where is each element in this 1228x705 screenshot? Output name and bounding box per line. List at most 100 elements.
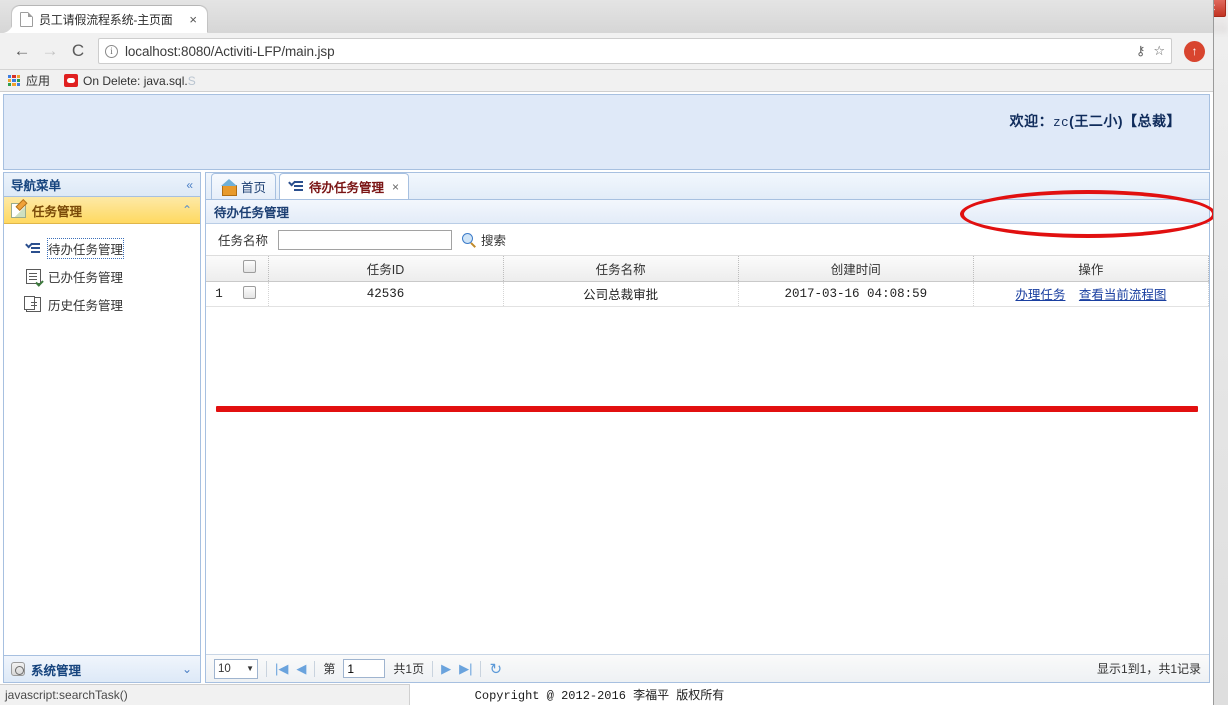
search-icon — [462, 232, 476, 247]
page-content: 欢迎：zc(王二小)【总裁】 导航菜单 « 任务管理 ⌃ 待办任务管理 已办任务… — [0, 92, 1213, 705]
row-checkbox[interactable] — [243, 285, 257, 299]
browser-tabstrip: 员工请假流程系统-主页面 × — [0, 0, 1213, 33]
document-check-icon — [26, 268, 41, 284]
tab-close-icon[interactable]: × — [392, 180, 399, 194]
welcome-fullname-role: (王二小)【总裁】 — [1069, 113, 1181, 129]
table-header-select-all[interactable] — [232, 256, 269, 282]
divider — [432, 660, 434, 677]
search-toolbar: 任务名称 搜索 — [206, 224, 1209, 256]
refresh-button[interactable]: ↻ — [489, 660, 502, 678]
annotation-underline — [216, 406, 1198, 412]
bookmark-item[interactable]: On Delete: java.sql.S — [64, 74, 196, 88]
screen: — ❐ ✕ 员工请假流程系统-主页面 × ← → C i localhost:8… — [0, 0, 1228, 705]
page-size-value: 10 — [218, 662, 231, 675]
task-table: 任务ID 任务名称 创建时间 操作 1 42536 公司总裁审批 2017-03… — [206, 256, 1210, 307]
key-icon[interactable]: ⚷ — [1136, 43, 1146, 59]
cell-create-time: 2017-03-16 04:08:59 — [738, 281, 974, 307]
sidebar-item-done-tasks[interactable]: 已办任务管理 — [26, 262, 200, 290]
total-pages-label: 共1页 — [393, 662, 425, 676]
handle-task-link[interactable]: 办理任务 — [1015, 288, 1065, 302]
next-page-button[interactable]: ▶ — [441, 661, 451, 677]
bookmarks-bar: 应用 On Delete: java.sql.S — [0, 70, 1213, 92]
sidebar-group-label: 任务管理 — [32, 204, 83, 219]
cell-task-name: 公司总裁审批 — [503, 281, 739, 307]
tab-label: 首页 — [241, 181, 267, 195]
home-icon — [221, 178, 237, 196]
table-header-create-time[interactable]: 创建时间 — [738, 256, 974, 282]
browser-tab-title: 员工请假流程系统-主页面 — [39, 13, 173, 27]
welcome-username: zc — [1053, 116, 1070, 130]
view-process-diagram-link[interactable]: 查看当前流程图 — [1079, 288, 1167, 302]
apps-label[interactable]: 应用 — [26, 72, 50, 89]
app-header-banner: 欢迎：zc(王二小)【总裁】 — [3, 94, 1210, 170]
history-document-icon — [24, 295, 41, 312]
browser-tab[interactable]: 员工请假流程系统-主页面 × — [12, 6, 207, 33]
sidebar-item-history-tasks[interactable]: 历史任务管理 — [24, 290, 200, 318]
reload-button[interactable]: C — [64, 37, 92, 65]
panel-title: 待办任务管理 — [206, 200, 1209, 224]
bookmark-label-overflow: S — [187, 73, 196, 88]
sidebar-group-system-management[interactable]: 系统管理 ⌄ — [4, 655, 200, 682]
gear-icon — [11, 662, 25, 676]
apps-grid-icon[interactable] — [8, 74, 20, 87]
address-bar[interactable]: i localhost:8080/Activiti-LFP/main.jsp ⚷… — [98, 38, 1172, 64]
row-number: 1 — [206, 281, 232, 307]
row-select-cell[interactable] — [232, 281, 269, 307]
table-header-task-id[interactable]: 任务ID — [268, 256, 504, 282]
grid-empty-space — [206, 306, 1209, 654]
back-button[interactable]: ← — [8, 37, 36, 65]
welcome-prefix: 欢迎： — [1009, 113, 1054, 129]
update-button[interactable]: ↑ — [1184, 40, 1205, 62]
sidebar-header: 导航菜单 « — [4, 173, 200, 197]
tab-bar: 首页 待办任务管理 × — [206, 173, 1209, 200]
pagination-info: 显示1到1，共1记录 — [1096, 662, 1201, 676]
table-header-rownum — [206, 256, 232, 282]
edit-icon — [11, 202, 26, 218]
browser-tab-close-icon[interactable]: × — [187, 13, 199, 26]
sidebar-menu-list: 待办任务管理 已办任务管理 历史任务管理 — [4, 224, 200, 655]
prev-page-button[interactable]: ◀ — [296, 661, 306, 677]
body-area: 导航菜单 « 任务管理 ⌃ 待办任务管理 已办任务管理 历史任务管理 系统管理 … — [0, 172, 1213, 683]
chevron-down-icon: ▼ — [246, 664, 254, 673]
chevron-down-icon[interactable]: ⌄ — [182, 662, 192, 676]
sidebar-item-label: 待办任务管理 — [46, 237, 125, 259]
table-header-task-name[interactable]: 任务名称 — [503, 256, 739, 282]
task-list-icon — [289, 179, 304, 194]
chevron-up-icon[interactable]: ⌃ — [182, 203, 192, 217]
divider — [314, 660, 316, 677]
search-button[interactable]: 搜索 — [462, 230, 506, 249]
forward-button[interactable]: → — [36, 37, 64, 65]
table-header-row: 任务ID 任务名称 创建时间 操作 — [206, 256, 1210, 282]
browser-toolbar: ← → C i localhost:8080/Activiti-LFP/main… — [0, 33, 1213, 70]
bookmark-favicon-icon — [64, 74, 79, 87]
search-label: 任务名称 — [218, 234, 269, 248]
table-row[interactable]: 1 42536 公司总裁审批 2017-03-16 04:08:59 办理任务 — [206, 281, 1210, 307]
page-size-select[interactable]: 10 ▼ — [214, 658, 258, 679]
cell-operations: 办理任务 查看当前流程图 — [973, 281, 1210, 307]
page-prefix-label: 第 — [323, 662, 336, 676]
site-info-icon[interactable]: i — [105, 44, 118, 58]
main-panel: 首页 待办任务管理 × 待办任务管理 任务名称 搜索 任务ID 任务名称 创建时… — [205, 172, 1210, 683]
tab-home[interactable]: 首页 — [211, 173, 277, 199]
sidebar-group-label: 系统管理 — [31, 663, 82, 678]
page-number-input[interactable] — [343, 659, 386, 678]
welcome-message: 欢迎：zc(王二小)【总裁】 — [1010, 111, 1181, 131]
bookmark-star-icon[interactable]: ☆ — [1153, 43, 1165, 59]
sidebar-item-todo-tasks[interactable]: 待办任务管理 — [26, 234, 200, 262]
sidebar-collapse-icon[interactable]: « — [186, 178, 193, 192]
sidebar: 导航菜单 « 任务管理 ⌃ 待办任务管理 已办任务管理 历史任务管理 系统管理 … — [3, 172, 201, 683]
last-page-button[interactable]: ▶| — [459, 661, 472, 677]
tab-todo-task-management[interactable]: 待办任务管理 × — [279, 173, 410, 199]
search-input[interactable] — [278, 229, 453, 250]
first-page-button[interactable]: |◀ — [275, 661, 288, 677]
sidebar-title: 导航菜单 — [11, 179, 62, 193]
data-grid: 任务ID 任务名称 创建时间 操作 1 42536 公司总裁审批 2017-03… — [206, 256, 1210, 654]
divider — [266, 660, 267, 677]
sidebar-item-label: 已办任务管理 — [48, 270, 124, 285]
search-button-label: 搜索 — [481, 234, 507, 248]
browser-window: 员工请假流程系统-主页面 × ← → C i localhost:8080/Ac… — [0, 0, 1214, 705]
pagination-bar: 10 ▼ |◀ ◀ 第 共1页 ▶ ▶| ↻ — [206, 654, 1209, 682]
sidebar-group-task-management[interactable]: 任务管理 ⌃ — [4, 197, 200, 224]
table-header-operations[interactable]: 操作 — [973, 256, 1210, 282]
select-all-checkbox[interactable] — [243, 260, 257, 274]
